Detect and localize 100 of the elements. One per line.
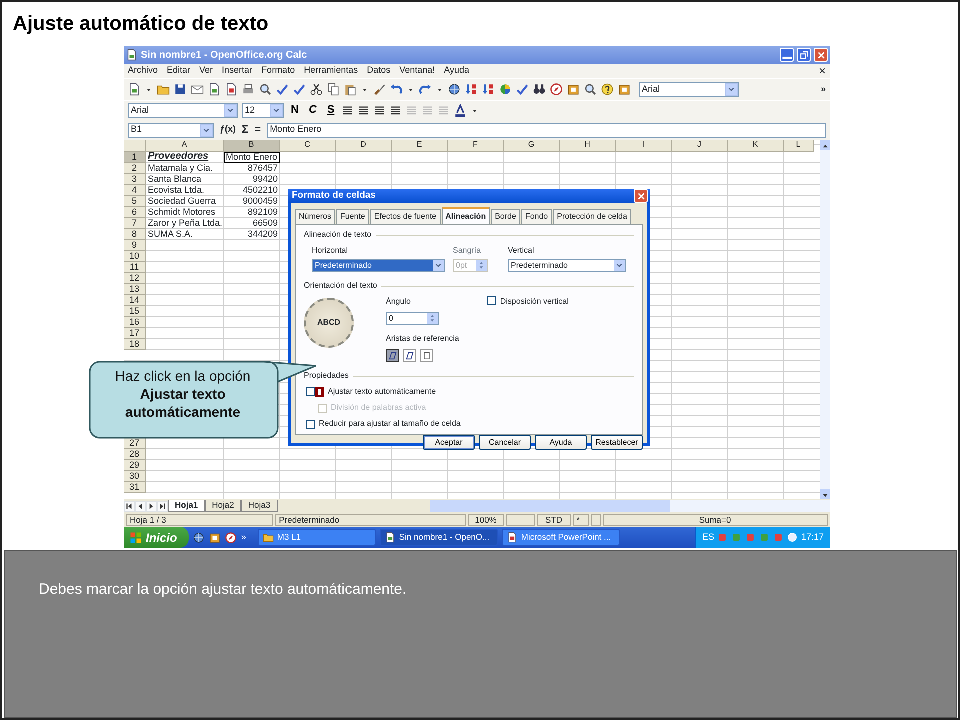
column-header[interactable]: E bbox=[392, 140, 448, 152]
angle-dial[interactable]: ABCD bbox=[304, 298, 354, 348]
dialog-button[interactable]: Cancelar bbox=[479, 435, 531, 450]
compass-icon[interactable] bbox=[225, 532, 238, 544]
alignment-dropdown[interactable]: Predeterminado bbox=[508, 259, 626, 272]
column-header[interactable]: J bbox=[672, 140, 728, 152]
reference-edge-button[interactable] bbox=[420, 349, 433, 362]
new-document-icon[interactable] bbox=[128, 83, 141, 96]
column-header[interactable]: C bbox=[280, 140, 336, 152]
table-cell[interactable]: Santa Blanca bbox=[146, 174, 224, 185]
align-right-icon[interactable] bbox=[374, 104, 386, 116]
undo-icon[interactable] bbox=[390, 83, 403, 96]
row-header[interactable]: 15 bbox=[124, 306, 146, 317]
checkbox[interactable] bbox=[487, 296, 496, 306]
row-header[interactable]: 5 bbox=[124, 196, 146, 207]
table-cell[interactable]: 9000459 bbox=[224, 196, 280, 207]
minimize-button[interactable] bbox=[780, 48, 794, 62]
horizontal-scrollbar[interactable] bbox=[430, 500, 830, 512]
autospellcheck-icon[interactable] bbox=[293, 83, 306, 96]
dialog-button[interactable]: Restablecer bbox=[591, 435, 643, 450]
globe-icon[interactable] bbox=[193, 532, 206, 544]
table-cell[interactable]: 344209 bbox=[224, 229, 280, 240]
column-header[interactable]: H bbox=[560, 140, 616, 152]
table-cell[interactable]: 4502210 bbox=[224, 185, 280, 196]
paste-icon[interactable] bbox=[344, 83, 357, 96]
sheet-tab[interactable]: Hoja3 bbox=[241, 500, 278, 512]
column-header[interactable]: I bbox=[616, 140, 672, 152]
table-cell[interactable]: Zaror y Peña Ltda. bbox=[146, 218, 224, 229]
menu-item[interactable]: Ver bbox=[200, 64, 214, 78]
column-header[interactable]: F bbox=[448, 140, 504, 152]
table-cell[interactable]: Schmidt Motores bbox=[146, 207, 224, 218]
column-header[interactable]: G bbox=[504, 140, 560, 152]
cell-reference-field[interactable]: B1 bbox=[128, 122, 214, 138]
row-header[interactable]: 1 bbox=[124, 152, 146, 163]
table-cell[interactable]: 99420 bbox=[224, 174, 280, 185]
justify-icon[interactable] bbox=[390, 104, 402, 116]
dialog-tab[interactable]: Efectos de fuente bbox=[370, 209, 441, 224]
row-header[interactable]: 27 bbox=[124, 438, 146, 449]
table-cell[interactable]: Proveedores bbox=[146, 152, 224, 163]
row-header[interactable]: 7 bbox=[124, 218, 146, 229]
bold-button[interactable]: N bbox=[288, 102, 302, 119]
close-button[interactable] bbox=[634, 189, 648, 204]
column-header[interactable]: K bbox=[728, 140, 784, 152]
row-header[interactable]: 30 bbox=[124, 471, 146, 482]
brush-icon[interactable] bbox=[373, 83, 386, 96]
save-icon[interactable] bbox=[174, 83, 187, 96]
column-header[interactable]: A bbox=[146, 140, 224, 152]
checkbox[interactable] bbox=[306, 387, 315, 396]
pdf-document-icon[interactable] bbox=[225, 83, 238, 96]
row-header[interactable]: 11 bbox=[124, 262, 146, 273]
row-header[interactable]: 8 bbox=[124, 229, 146, 240]
row-header[interactable]: 10 bbox=[124, 251, 146, 262]
table-cell[interactable]: Sociedad Guerra bbox=[146, 196, 224, 207]
function-wizard-button[interactable]: ƒ(x) bbox=[220, 123, 236, 137]
redo-icon[interactable] bbox=[419, 83, 432, 96]
close-button[interactable] bbox=[814, 48, 828, 62]
alignment-dropdown[interactable]: Predeterminado bbox=[312, 259, 445, 272]
row-header[interactable]: 14 bbox=[124, 295, 146, 306]
help-icon[interactable] bbox=[601, 83, 614, 96]
dialog-tab[interactable]: Fuente bbox=[336, 209, 370, 224]
copy-icon[interactable] bbox=[327, 83, 340, 96]
underline-button[interactable]: S bbox=[324, 102, 338, 119]
align-left-icon[interactable] bbox=[342, 104, 354, 116]
column-header[interactable]: L bbox=[784, 140, 814, 152]
formula-button[interactable]: = bbox=[254, 122, 262, 138]
menu-item[interactable]: Ayuda bbox=[444, 64, 470, 78]
pie-chart-icon[interactable] bbox=[499, 83, 512, 96]
column-header[interactable]: B bbox=[224, 140, 280, 152]
dialog-tab[interactable]: Alineación bbox=[442, 207, 490, 224]
font-name-field[interactable]: Arial bbox=[639, 82, 739, 97]
close-document-button[interactable]: × bbox=[818, 62, 826, 80]
sheet-nav-button[interactable] bbox=[146, 500, 157, 512]
compass-icon[interactable] bbox=[550, 83, 563, 96]
menu-item[interactable]: Formato bbox=[262, 64, 296, 78]
dialog-button[interactable]: Ayuda bbox=[535, 435, 587, 450]
row-header[interactable]: 2 bbox=[124, 163, 146, 174]
taskbar-button[interactable]: Sin nombre1 - OpenO... bbox=[380, 529, 498, 546]
sort-descending-icon[interactable] bbox=[482, 83, 495, 96]
globe-icon[interactable] bbox=[448, 83, 461, 96]
sheet-nav-button[interactable] bbox=[157, 500, 168, 512]
row-header[interactable]: 4 bbox=[124, 185, 146, 196]
dialog-button[interactable]: Aceptar bbox=[423, 435, 475, 450]
row-header[interactable]: 6 bbox=[124, 207, 146, 218]
frame-icon[interactable] bbox=[209, 532, 222, 544]
menu-item[interactable]: Herramientas bbox=[304, 64, 358, 78]
table-cell[interactable]: Ecovista Ltda. bbox=[146, 185, 224, 196]
quick-launch-more-button[interactable]: » bbox=[241, 530, 246, 544]
restore-button[interactable] bbox=[797, 48, 811, 62]
taskbar-button[interactable]: M3 L1 bbox=[258, 529, 376, 546]
table-cell[interactable]: 66509 bbox=[224, 218, 280, 229]
table-cell[interactable]: 892109 bbox=[224, 207, 280, 218]
row-header[interactable]: 16 bbox=[124, 317, 146, 328]
table-cell[interactable]: Matamala y Cia. bbox=[146, 163, 224, 174]
sheet-nav-button[interactable] bbox=[124, 500, 135, 512]
reference-edge-button[interactable] bbox=[386, 349, 399, 362]
row-header[interactable]: 12 bbox=[124, 273, 146, 284]
dialog-tab[interactable]: Borde bbox=[491, 209, 520, 224]
reference-edge-button[interactable] bbox=[403, 349, 416, 362]
toolbar-overflow-button[interactable]: » bbox=[820, 82, 826, 96]
printer-icon[interactable] bbox=[242, 83, 255, 96]
